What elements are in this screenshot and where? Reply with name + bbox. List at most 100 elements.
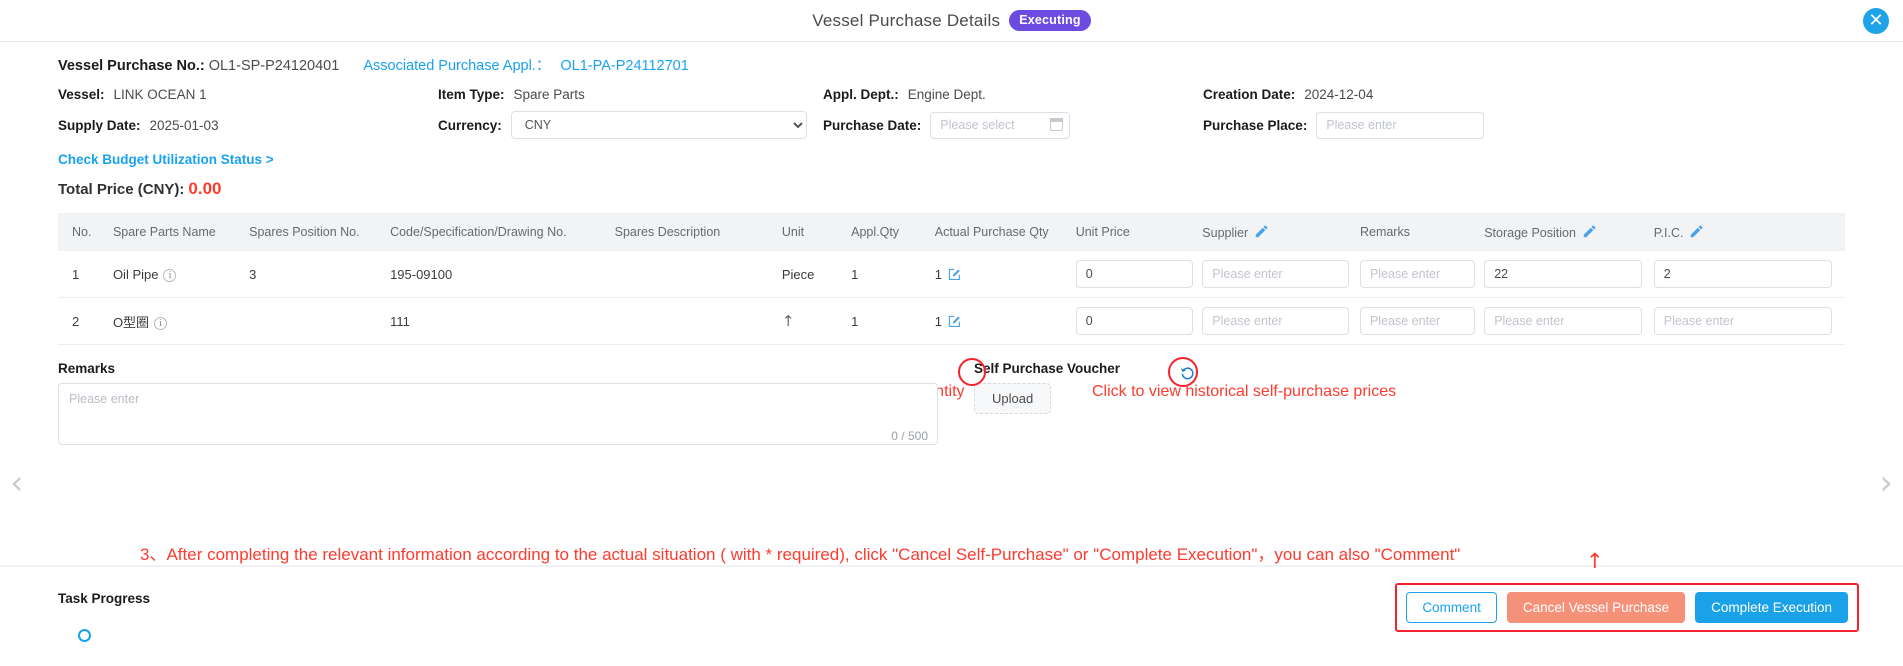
cell-actual-qty-text: 1	[934, 313, 942, 329]
col-unit-price: Unit Price	[1075, 213, 1203, 251]
cell-no: 2	[58, 297, 113, 345]
edit-quantity-icon[interactable]	[948, 267, 962, 281]
creation-date-label: Creation Date:	[1203, 87, 1296, 102]
complete-execution-button[interactable]: Complete Execution	[1695, 592, 1848, 623]
cell-description	[614, 297, 782, 345]
cell-code: 195-09100	[390, 251, 615, 298]
cell-description	[614, 251, 782, 298]
total-price: Total Price (CNY): 0.00	[58, 179, 1845, 199]
edit-quantity-icon[interactable]	[948, 314, 962, 328]
vessel-value: LINK OCEAN 1	[113, 87, 207, 102]
pic-input[interactable]	[1653, 260, 1832, 288]
storage-position-input[interactable]	[1484, 307, 1642, 335]
cell-name-text: Oil Pipe	[112, 266, 159, 282]
edit-icon[interactable]	[1582, 225, 1596, 239]
col-no: No.	[58, 213, 113, 251]
unit-price-input[interactable]	[1075, 260, 1194, 288]
cell-unit: ↑	[781, 297, 852, 345]
remarks-textarea[interactable]	[58, 383, 938, 445]
cell-pic	[1653, 251, 1845, 298]
page-title-text: Vessel Purchase Details	[812, 11, 1001, 30]
currency-select[interactable]: CNY	[510, 111, 807, 139]
cell-unit-price	[1075, 297, 1203, 345]
col-code-spec-drawing-no: Code/Specification/Drawing No.	[390, 213, 615, 251]
pic-input[interactable]	[1653, 307, 1832, 335]
col-spares-description: Spares Description	[614, 213, 782, 251]
cell-position-no: 3	[249, 251, 391, 298]
footer-section: Task Progress ↑ Comment Cancel Vessel Pu…	[0, 549, 1903, 666]
status-badge: Executing	[1009, 10, 1091, 31]
cell-name-text: O型圈	[112, 314, 150, 330]
associated-purchase-appl-label[interactable]: Associated Purchase Appl.：	[363, 58, 550, 74]
calendar-icon	[1049, 117, 1064, 131]
cell-remarks	[1359, 251, 1485, 298]
col-storage-position: Storage Position	[1484, 213, 1654, 251]
col-supplier: Supplier	[1202, 213, 1360, 251]
purchase-place-input[interactable]	[1316, 111, 1485, 139]
close-icon[interactable]: ✕	[1863, 8, 1889, 34]
item-type-field: Item Type: Spare Parts	[438, 87, 823, 102]
creation-date-field: Creation Date: 2024-12-04	[1203, 87, 1845, 102]
col-pic: P.I.C.	[1653, 213, 1845, 251]
storage-position-input[interactable]	[1484, 260, 1642, 288]
edit-icon[interactable]	[1689, 225, 1703, 239]
vessel-label: Vessel:	[58, 87, 105, 102]
purchase-place-label: Purchase Place:	[1203, 117, 1308, 133]
total-price-value: 0.00	[188, 179, 222, 198]
info-row-1: Vessel: LINK OCEAN 1 Item Type: Spare Part…	[58, 87, 1845, 102]
supplier-input[interactable]	[1202, 307, 1349, 335]
item-type-label: Item Type:	[438, 87, 505, 102]
currency-label: Currency:	[438, 117, 502, 133]
supplier-input[interactable]	[1202, 260, 1349, 288]
chevron-left-icon[interactable]: ‹	[10, 466, 24, 500]
purchase-date-input[interactable]	[930, 111, 1071, 139]
chevron-right-icon[interactable]: ›	[1879, 466, 1893, 500]
associated-purchase-appl-value[interactable]: OL1-PA-P24112701	[560, 58, 688, 74]
purchase-date-field: Purchase Date:	[823, 111, 1203, 139]
cell-position-no	[249, 297, 391, 345]
annotation-arrow-up: ↑	[1586, 549, 1604, 573]
voucher-title: Self Purchase Voucher	[974, 361, 1121, 376]
cell-unit: Piece	[781, 251, 852, 298]
spare-parts-table-wrap: No. Spare Parts Name Spares Position No.…	[58, 213, 1845, 345]
supply-date-label: Supply Date:	[58, 117, 141, 133]
upload-button[interactable]: Upload	[974, 383, 1052, 414]
cell-appl-qty: 1	[851, 251, 935, 298]
info-row-2: Supply Date: 2025-01-03 Currency: CNY Pur…	[58, 108, 1845, 142]
history-price-icon[interactable]	[1180, 366, 1195, 381]
appl-dept-value: Engine Dept.	[907, 87, 986, 102]
edit-icon[interactable]	[1254, 225, 1268, 239]
cancel-vessel-purchase-button[interactable]: Cancel Vessel Purchase	[1506, 592, 1686, 623]
cell-storage-position	[1484, 251, 1654, 298]
modal-header: Vessel Purchase Details Executing ✕	[0, 0, 1903, 42]
purchase-no-value: OL1-SP-P24120401	[208, 58, 340, 74]
remarks-block: Remarks 0 / 500	[58, 361, 938, 450]
supply-date-value: 2025-01-03	[149, 117, 219, 133]
remarks-input[interactable]	[1359, 307, 1476, 335]
unit-price-input[interactable]	[1075, 307, 1194, 335]
col-pic-label: P.I.C.	[1653, 225, 1684, 240]
info-icon[interactable]: i	[163, 268, 177, 282]
cell-appl-qty: 1	[851, 297, 935, 345]
unit-price-wrap	[1075, 307, 1194, 335]
supply-date-field: Supply Date: 2025-01-03	[58, 118, 438, 133]
comment-button[interactable]: Comment	[1406, 592, 1497, 623]
bottom-section: Remarks 0 / 500 Self Purchase Voucher Up…	[58, 361, 1845, 450]
col-storage-position-label: Storage Position	[1484, 225, 1576, 240]
cell-remarks	[1359, 297, 1485, 345]
self-purchase-voucher-block: Self Purchase Voucher Upload	[974, 361, 1120, 450]
check-budget-utilization-link[interactable]: Check Budget Utilization Status >	[58, 152, 1845, 167]
purchase-no-line: Vessel Purchase No.: OL1-SP-P24120401 As…	[58, 54, 1845, 75]
cell-pic	[1653, 297, 1845, 345]
creation-date-value: 2024-12-04	[1304, 87, 1374, 102]
info-icon[interactable]: i	[154, 316, 168, 330]
cell-code: 111	[390, 297, 615, 345]
total-price-label: Total Price (CNY):	[58, 181, 185, 198]
cell-supplier	[1202, 297, 1360, 345]
col-actual-purchase-qty: Actual Purchase Qty	[934, 213, 1076, 251]
appl-dept-field: Appl. Dept.: Engine Dept.	[823, 87, 1203, 102]
table-row: 2 O型圈 i 111 ↑ 1 1	[58, 297, 1845, 345]
annotation-historical-prices: Click to view historical self-purchase p…	[1092, 383, 1397, 400]
remarks-input[interactable]	[1359, 260, 1476, 288]
spare-parts-table: No. Spare Parts Name Spares Position No.…	[58, 213, 1845, 345]
